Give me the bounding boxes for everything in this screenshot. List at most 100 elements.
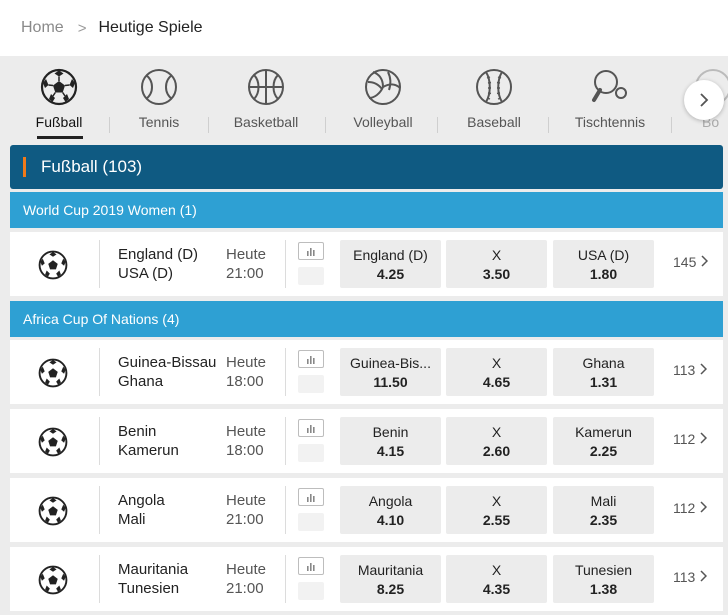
scroll-right-button[interactable] — [684, 80, 724, 120]
chevron-right-icon — [701, 255, 709, 267]
sport-tab-tennis[interactable]: Tennis — [104, 68, 214, 130]
sport-label: Tennis — [138, 114, 180, 130]
away-team: Ghana — [118, 373, 164, 390]
odds-home-button[interactable]: Guinea-Bis... 11.50 — [340, 348, 441, 396]
odds-away-button[interactable]: Ghana 1.31 — [553, 348, 654, 396]
section-header[interactable]: Fußball (103) — [10, 145, 723, 189]
more-markets-link[interactable]: 112 — [673, 500, 708, 516]
away-team: USA (D) — [118, 265, 174, 282]
match-day: Heute — [226, 246, 267, 263]
divider — [437, 117, 438, 133]
soccer-ball-icon — [38, 427, 68, 457]
odds-value: 4.15 — [376, 443, 405, 459]
match-day: Heute — [226, 423, 267, 440]
match-row[interactable]: Benin Kamerun Heute 18:00 Benin 4.15 X 2… — [10, 409, 723, 473]
odds-label: England (D) — [353, 247, 428, 263]
odds-home-button[interactable]: Benin 4.15 — [340, 417, 441, 465]
table-tennis-icon — [592, 70, 627, 102]
more-markets-count: 112 — [673, 431, 696, 447]
odds-draw-button[interactable]: X 4.35 — [446, 555, 547, 603]
match-teams[interactable]: Mauritania Tunesien — [118, 560, 188, 598]
sports-nav: Fußball Tennis Basketball Volleyball Bas… — [0, 56, 728, 140]
odds-label: Ghana — [582, 355, 625, 371]
more-markets-link[interactable]: 112 — [673, 431, 708, 447]
stats-button[interactable] — [298, 488, 324, 506]
more-markets-link[interactable]: 113 — [673, 569, 708, 585]
home-team: Benin — [118, 423, 157, 440]
odds-away-button[interactable]: Mali 2.35 — [553, 486, 654, 534]
sport-tab-basketball[interactable]: Basketball — [211, 68, 321, 130]
odds-away-button[interactable]: Tunesien 1.38 — [553, 555, 654, 603]
bar-chart-icon — [307, 494, 315, 502]
match-row[interactable]: England (D) USA (D) Heute 21:00 England … — [10, 232, 723, 296]
breadcrumb-home-link[interactable]: Home — [21, 19, 64, 37]
league-header[interactable]: Africa Cup Of Nations (4) — [10, 301, 723, 337]
odds-home-button[interactable]: England (D) 4.25 — [340, 240, 441, 288]
volleyball-icon — [365, 69, 401, 105]
league-count: (4) — [162, 311, 180, 327]
odds-draw-button[interactable]: X 4.65 — [446, 348, 547, 396]
away-team: Mali — [118, 511, 146, 528]
breadcrumb-separator: > — [77, 19, 87, 37]
soccer-ball-icon — [38, 496, 68, 526]
divider — [99, 417, 100, 465]
stats-button[interactable] — [298, 419, 324, 437]
match-teams[interactable]: Benin Kamerun — [118, 422, 179, 460]
active-tab-indicator — [37, 136, 83, 139]
match-teams[interactable]: Guinea-Bissau Ghana — [118, 353, 216, 391]
away-team: Tunesien — [118, 580, 180, 597]
bar-chart-icon — [307, 425, 315, 433]
sport-tab-football[interactable]: Fußball — [4, 68, 114, 130]
soccer-ball-icon — [40, 68, 78, 106]
odds-label: Guinea-Bis... — [350, 355, 431, 371]
divider — [285, 240, 286, 288]
stats-placeholder — [298, 513, 324, 531]
match-teams[interactable]: Angola Mali — [118, 491, 165, 529]
match-row[interactable]: Guinea-Bissau Ghana Heute 18:00 Guinea-B… — [10, 340, 723, 404]
stats-button[interactable] — [298, 557, 324, 575]
odds-label: Kamerun — [575, 424, 632, 440]
more-markets-count: 112 — [673, 500, 696, 516]
breadcrumb: Home > Heutige Spiele — [0, 0, 728, 56]
accent-bar — [23, 157, 26, 177]
sport-tab-baseball[interactable]: Baseball — [439, 68, 549, 130]
chevron-right-icon — [700, 501, 708, 513]
match-row[interactable]: Mauritania Tunesien Heute 21:00 Mauritan… — [10, 547, 723, 611]
odds-draw-button[interactable]: X 2.55 — [446, 486, 547, 534]
odds-value: 2.60 — [482, 443, 511, 459]
divider — [285, 555, 286, 603]
sport-label: Fußball — [35, 114, 83, 130]
bar-chart-icon — [307, 248, 315, 256]
stats-button[interactable] — [298, 350, 324, 368]
odds-value: 1.38 — [589, 581, 618, 597]
league-header[interactable]: World Cup 2019 Women (1) — [10, 192, 723, 228]
match-time: Heute 21:00 — [226, 560, 266, 598]
odds-label: X — [491, 424, 502, 440]
odds-label: X — [491, 562, 502, 578]
baseball-icon — [476, 69, 512, 105]
odds-value: 2.55 — [482, 512, 511, 528]
league-count: (1) — [179, 202, 197, 218]
odds-home-button[interactable]: Angola 4.10 — [340, 486, 441, 534]
odds-away-button[interactable]: USA (D) 1.80 — [553, 240, 654, 288]
chevron-right-icon — [700, 570, 708, 582]
stats-button[interactable] — [298, 242, 324, 260]
odds-away-button[interactable]: Kamerun 2.25 — [553, 417, 654, 465]
odds-value: 1.31 — [589, 374, 618, 390]
more-markets-link[interactable]: 145 — [673, 254, 709, 270]
odds-value: 3.50 — [482, 266, 511, 282]
odds-draw-button[interactable]: X 3.50 — [446, 240, 547, 288]
more-markets-link[interactable]: 113 — [673, 362, 708, 378]
divider — [285, 486, 286, 534]
odds-home-button[interactable]: Mauritania 8.25 — [340, 555, 441, 603]
match-day: Heute — [226, 561, 267, 578]
home-team: Angola — [118, 492, 165, 509]
divider — [671, 117, 672, 133]
match-teams[interactable]: England (D) USA (D) — [118, 245, 198, 283]
odds-draw-button[interactable]: X 2.60 — [446, 417, 547, 465]
match-row[interactable]: Angola Mali Heute 21:00 Angola 4.10 X 2.… — [10, 478, 723, 542]
sport-tab-volleyball[interactable]: Volleyball — [328, 68, 438, 130]
section-title: Fußball (103) — [41, 157, 143, 176]
divider — [285, 417, 286, 465]
sport-tab-table-tennis[interactable]: Tischtennis — [555, 68, 665, 130]
